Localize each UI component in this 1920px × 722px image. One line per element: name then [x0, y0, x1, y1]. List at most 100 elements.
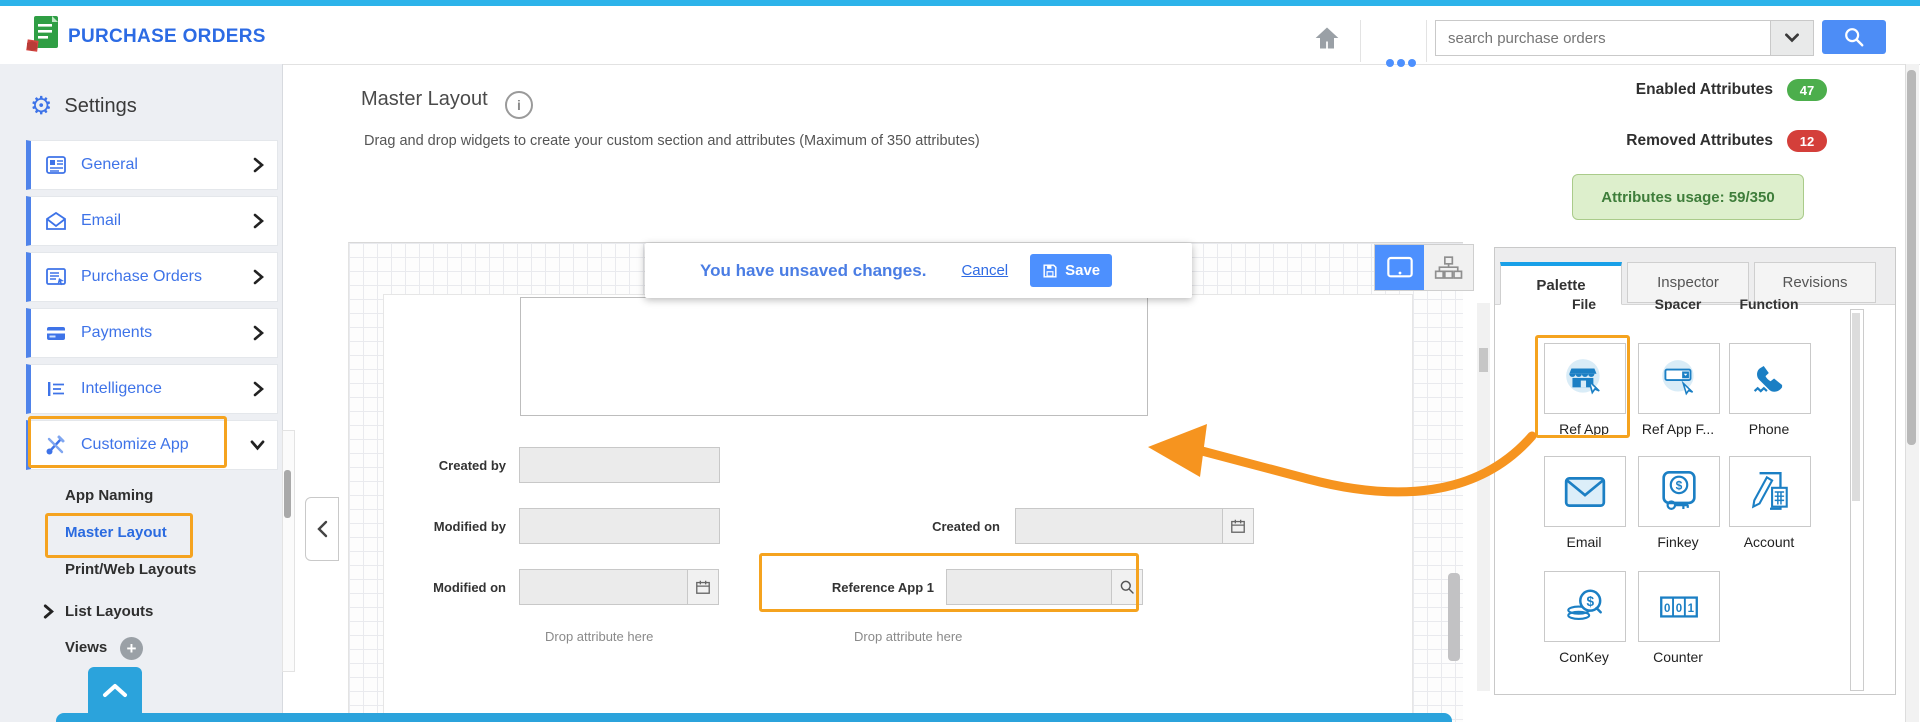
settings-title: Settings	[64, 95, 137, 117]
enabled-count-badge: 47	[1787, 79, 1827, 101]
ref-app-icon	[1566, 358, 1600, 395]
widget-email[interactable]	[1544, 456, 1626, 527]
attributes-usage-badge: Attributes usage: 59/350	[1572, 174, 1804, 220]
sitemap-view-button[interactable]	[1424, 245, 1473, 290]
reference-app-1-field[interactable]	[946, 569, 1143, 605]
calendar-icon[interactable]	[1222, 509, 1253, 543]
unsaved-message: You have unsaved changes.	[700, 260, 927, 280]
modified-on-field[interactable]	[519, 569, 719, 605]
sidebar-item-app-naming[interactable]: App Naming	[65, 487, 153, 504]
sidebar-item-intelligence[interactable]: Intelligence	[26, 364, 278, 414]
search-input[interactable]	[1436, 21, 1770, 55]
search-button[interactable]	[1822, 20, 1886, 54]
more-menu-icon[interactable]	[1386, 30, 1422, 67]
app-window: PURCHASE ORDERS ⚙ Settings	[0, 0, 1920, 722]
canvas-scrollbar-thumb[interactable]	[1448, 573, 1460, 661]
widget-ref-app-field[interactable]	[1638, 343, 1720, 414]
device-view-button[interactable]	[1375, 245, 1424, 290]
section-field-placeholder[interactable]	[520, 297, 1148, 416]
widget-finkey[interactable]: $	[1638, 456, 1720, 527]
removed-attributes-stat: Removed Attributes 12	[1500, 130, 1827, 152]
widget-label-function: Function	[1739, 296, 1799, 310]
sidebar-scrollbar[interactable]	[282, 430, 295, 672]
chevron-right-icon	[253, 325, 264, 341]
widget-label-file: File	[1571, 296, 1597, 310]
expand-bottom-panel-button[interactable]	[88, 667, 142, 713]
widget-counter[interactable]: 0 0 1	[1638, 571, 1720, 642]
sidebar-item-views[interactable]: Views	[65, 639, 107, 656]
add-view-icon[interactable]: +	[120, 637, 143, 660]
panel-scrollbar-thumb[interactable]	[1479, 348, 1488, 372]
header-divider	[1360, 20, 1361, 62]
customize-tools-icon	[46, 435, 65, 455]
enabled-attributes-stat: Enabled Attributes 47	[1500, 79, 1827, 101]
sidebar-item-general[interactable]: General	[26, 140, 278, 190]
widget-conkey[interactable]: $	[1544, 571, 1626, 642]
info-icon[interactable]: i	[505, 91, 533, 119]
widget-ref-app[interactable]	[1544, 343, 1626, 414]
created-by-field[interactable]	[519, 447, 720, 483]
widget-label: Counter	[1653, 649, 1703, 665]
cancel-link[interactable]: Cancel	[961, 262, 1008, 279]
home-icon[interactable]	[1313, 24, 1341, 52]
gear-icon: ⚙	[30, 92, 53, 120]
purchase-orders-logo-icon	[26, 16, 58, 52]
removed-count-badge: 12	[1787, 130, 1827, 152]
general-icon	[46, 156, 66, 174]
sidebar-item-master-layout[interactable]: Master Layout	[65, 524, 167, 541]
sitemap-icon	[1434, 255, 1462, 279]
purchase-orders-icon	[46, 268, 66, 286]
calendar-icon[interactable]	[687, 570, 718, 604]
bottom-toolbar-edge	[56, 713, 1452, 722]
save-floppy-icon	[1043, 263, 1057, 278]
sidebar-item-email[interactable]: Email	[26, 196, 278, 246]
modified-by-field[interactable]	[519, 508, 720, 544]
drop-zone-hint-right[interactable]: Drop attribute here	[854, 629, 962, 644]
chevron-down-icon	[1785, 33, 1799, 43]
form-row-modified-by: Modified by Created on	[386, 508, 1254, 544]
chevron-right-icon	[253, 157, 264, 173]
palette-scrollbar-thumb[interactable]	[1852, 313, 1860, 501]
app-title[interactable]: PURCHASE ORDERS	[68, 26, 266, 48]
chevron-right-icon	[253, 269, 264, 285]
page-title: Master Layout	[361, 88, 488, 110]
layout-canvas[interactable]: Created by Modified by Created on Modifi…	[348, 242, 1463, 722]
save-button[interactable]: Save	[1030, 254, 1113, 287]
chevron-right-icon	[253, 213, 264, 229]
page-scrollbar-thumb[interactable]	[1907, 70, 1916, 445]
chevron-right-icon	[43, 604, 54, 619]
widget-account[interactable]	[1729, 456, 1811, 527]
sidebar-item-payments[interactable]: Payments	[26, 308, 278, 358]
conkey-icon: $	[1567, 589, 1602, 620]
form-row-created-by: Created by	[386, 447, 720, 483]
view-mode-toggle	[1374, 244, 1474, 291]
drop-zone-hint-left[interactable]: Drop attribute here	[545, 629, 653, 644]
form-row-modified-on: Modified on Reference App 1	[386, 569, 1143, 605]
sidebar-item-list-layouts[interactable]: List Layouts	[65, 603, 153, 620]
sidebar-item-customize-app[interactable]: Customize App	[26, 420, 278, 470]
email-icon	[1564, 476, 1606, 507]
header-divider-2	[1426, 20, 1427, 62]
sidebar-scrollbar-thumb[interactable]	[284, 470, 291, 518]
svg-text:1: 1	[1688, 603, 1695, 615]
credit-card-icon	[47, 327, 65, 340]
chevron-up-icon	[103, 684, 127, 697]
search-scope-dropdown[interactable]	[1770, 21, 1813, 55]
search-bar	[1435, 20, 1814, 56]
sidebar-item-print-web-layouts[interactable]: Print/Web Layouts	[65, 561, 196, 578]
sidebar-item-purchase-orders[interactable]: Purchase Orders	[26, 252, 278, 302]
chevron-left-icon	[317, 520, 328, 538]
monitor-icon	[1386, 256, 1413, 277]
intelligence-icon	[48, 382, 64, 396]
search-icon	[1845, 28, 1864, 47]
app-header: PURCHASE ORDERS	[0, 6, 1920, 67]
svg-text:$: $	[1586, 593, 1594, 608]
sidebar-collapse-handle[interactable]	[305, 497, 339, 561]
phone-icon	[1753, 365, 1783, 393]
account-icon	[1751, 471, 1788, 510]
lookup-search-icon[interactable]	[1111, 570, 1142, 604]
widget-phone[interactable]	[1729, 343, 1811, 414]
created-on-field[interactable]	[1015, 508, 1254, 544]
page-description: Drag and drop widgets to create your cus…	[364, 133, 980, 149]
chevron-down-icon	[250, 440, 265, 451]
